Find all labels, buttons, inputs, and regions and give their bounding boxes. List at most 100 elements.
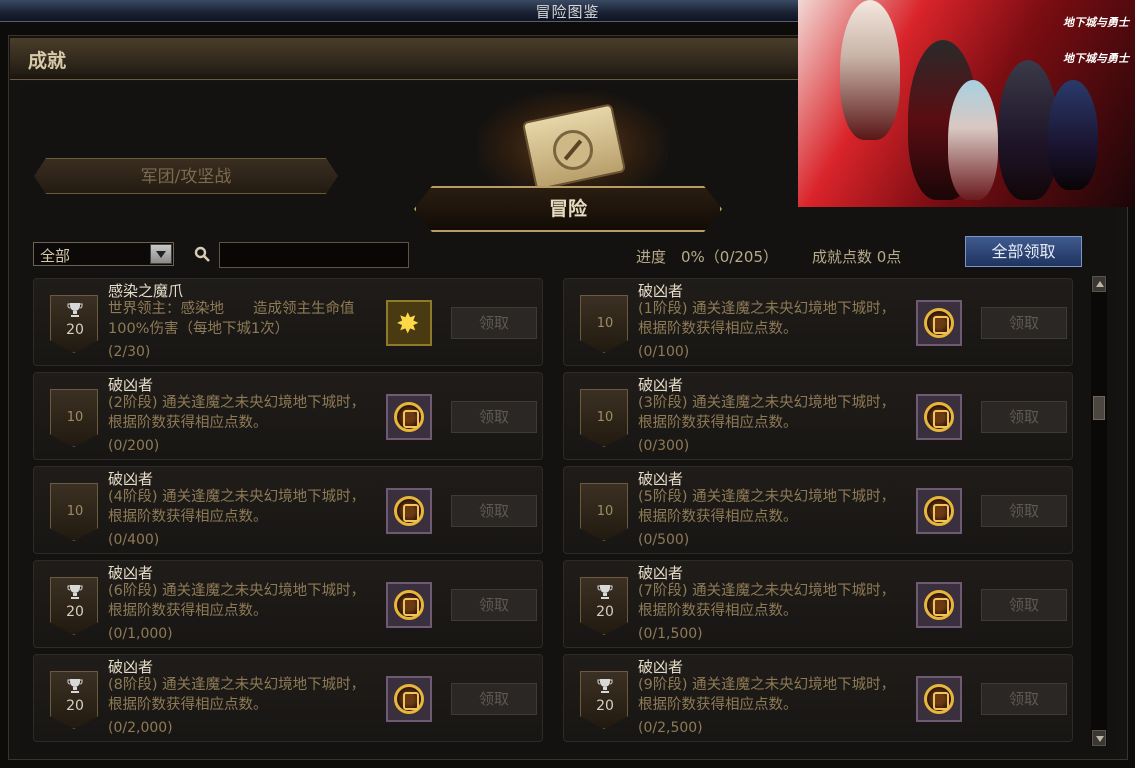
reward-emblem-icon[interactable] <box>916 582 962 628</box>
reward-emblem-icon[interactable] <box>916 488 962 534</box>
search-icon[interactable] <box>194 246 210 262</box>
trophy-icon <box>597 585 613 599</box>
achievement-progress-count: (0/300) <box>638 438 690 454</box>
emblem-icon <box>394 590 424 620</box>
claim-button[interactable]: 领取 <box>451 495 537 527</box>
achievement-card: 10 破凶者 (1阶段) 通关逢魔之未央幻境地下城时，根据阶数获得相应点数。 (0/1… <box>563 278 1073 366</box>
achievement-points-value: 20 <box>596 604 614 620</box>
filter-dropdown[interactable]: 全部 <box>33 242 174 266</box>
achievement-points-badge: 10 <box>580 295 628 353</box>
reward-emblem-icon[interactable] <box>386 582 432 628</box>
achievement-card: 20 破凶者 (6阶段) 通关逢魔之未央幻境地下城时，根据阶数获得相应点数。 (0/1… <box>33 560 543 648</box>
achievement-points-value: 10 <box>66 504 84 519</box>
achievement-card: 10 破凶者 (3阶段) 通关逢魔之未央幻境地下城时，根据阶数获得相应点数。 (0/3… <box>563 372 1073 460</box>
trophy-icon <box>67 585 83 599</box>
achievement-title: 感染之魔爪 <box>108 282 184 300</box>
star-icon: ✸ <box>396 307 420 340</box>
achievement-points-value: 10 <box>596 410 614 425</box>
emblem-icon <box>394 496 424 526</box>
claim-button[interactable]: 领取 <box>981 589 1067 621</box>
achievement-points-value: 10 <box>596 316 614 331</box>
reward-emblem-icon[interactable] <box>916 394 962 440</box>
search-input[interactable] <box>219 242 409 268</box>
trophy-icon <box>597 679 613 693</box>
achievement-title: 破凶者 <box>638 564 684 582</box>
achievement-list: 20 感染之魔爪 世界领主：感染地 造成领主生命值100%伤害（每地下城1次） (2/… <box>33 278 1078 748</box>
claim-all-button[interactable]: 全部领取 <box>965 236 1082 267</box>
claim-button[interactable]: 领取 <box>981 495 1067 527</box>
reward-emblem-icon[interactable] <box>916 300 962 346</box>
claim-button[interactable]: 领取 <box>451 589 537 621</box>
achievement-title: 破凶者 <box>108 564 154 582</box>
claim-button[interactable]: 领取 <box>451 683 537 715</box>
achievement-points-badge: 20 <box>50 577 98 635</box>
promo-character-5 <box>1048 80 1098 190</box>
emblem-icon <box>924 402 954 432</box>
reward-emblem-icon[interactable] <box>386 488 432 534</box>
achievement-progress-count: (0/1,500) <box>638 626 703 642</box>
achievement-description: (8阶段) 通关逢魔之未央幻境地下城时，根据阶数获得相应点数。 <box>108 677 366 713</box>
claim-button[interactable]: 领取 <box>981 401 1067 433</box>
achievement-description: (3阶段) 通关逢魔之未央幻境地下城时，根据阶数获得相应点数。 <box>638 395 896 431</box>
scroll-up-arrow[interactable] <box>1092 276 1106 292</box>
achievement-points-value: 10 <box>66 410 84 425</box>
achievement-points-value: 20 <box>596 698 614 714</box>
emblem-icon <box>924 684 954 714</box>
achievement-title: 破凶者 <box>638 376 684 394</box>
achievement-description: (2阶段) 通关逢魔之未央幻境地下城时，根据阶数获得相应点数。 <box>108 395 366 431</box>
list-scrollbar[interactable] <box>1091 276 1107 746</box>
achievement-points-badge: 10 <box>50 389 98 447</box>
claim-button[interactable]: 领取 <box>451 307 537 339</box>
achievement-progress-count: (2/30) <box>108 344 151 360</box>
achievement-card: 10 破凶者 (5阶段) 通关逢魔之未央幻境地下城时，根据阶数获得相应点数。 (0/5… <box>563 466 1073 554</box>
claim-button[interactable]: 领取 <box>451 401 537 433</box>
scroll-thumb[interactable] <box>1093 396 1105 420</box>
category-tab-adventure-label: 冒险 <box>548 198 587 220</box>
achievement-progress-count: (0/100) <box>638 344 690 360</box>
emblem-icon <box>394 684 424 714</box>
reward-emblem-icon[interactable] <box>386 676 432 722</box>
reward-emblem-icon[interactable] <box>386 394 432 440</box>
promo-logo-bottom: 地下城与勇士 <box>1063 52 1129 65</box>
achievement-progress-count: (0/400) <box>108 532 160 548</box>
reward-emblem-icon[interactable] <box>916 676 962 722</box>
emblem-icon <box>394 402 424 432</box>
reward-star-icon[interactable]: ✸ <box>386 300 432 346</box>
category-tab-adventure[interactable]: 冒险 <box>414 186 722 232</box>
trophy-icon <box>67 303 83 317</box>
achievement-title: 破凶者 <box>108 658 154 676</box>
scroll-down-arrow[interactable] <box>1092 730 1106 746</box>
achievement-card: 20 破凶者 (7阶段) 通关逢魔之未央幻境地下城时，根据阶数获得相应点数。 (0/1… <box>563 560 1073 648</box>
achievement-description: (9阶段) 通关逢魔之未央幻境地下城时，根据阶数获得相应点数。 <box>638 677 896 713</box>
achievement-progress-count: (0/2,500) <box>638 720 703 736</box>
achievement-card: 10 破凶者 (2阶段) 通关逢魔之未央幻境地下城时，根据阶数获得相应点数。 (0/2… <box>33 372 543 460</box>
achievement-points-badge: 20 <box>580 577 628 635</box>
achievement-card: 20 破凶者 (8阶段) 通关逢魔之未央幻境地下城时，根据阶数获得相应点数。 (0/2… <box>33 654 543 742</box>
achievement-points-badge: 10 <box>580 389 628 447</box>
achievement-title: 破凶者 <box>638 282 684 300</box>
claim-button[interactable]: 领取 <box>981 683 1067 715</box>
achievement-points-value: 20 <box>66 322 84 338</box>
achievement-points-badge: 10 <box>580 483 628 541</box>
promo-logo-top: 地下城与勇士 <box>1063 16 1129 29</box>
achievement-description: (4阶段) 通关逢魔之未央幻境地下城时，根据阶数获得相应点数。 <box>108 489 366 525</box>
achievement-description: (5阶段) 通关逢魔之未央幻境地下城时，根据阶数获得相应点数。 <box>638 489 896 525</box>
achievement-title: 破凶者 <box>638 658 684 676</box>
promo-character-3 <box>948 80 998 200</box>
achievement-title: 破凶者 <box>108 470 154 488</box>
achievement-title: 破凶者 <box>638 470 684 488</box>
achievement-progress-count: (0/500) <box>638 532 690 548</box>
achievement-description: (7阶段) 通关逢魔之未央幻境地下城时，根据阶数获得相应点数。 <box>638 583 896 619</box>
category-tab-raid[interactable]: 军团/攻坚战 <box>34 158 338 194</box>
claim-button[interactable]: 领取 <box>981 307 1067 339</box>
emblem-icon <box>924 308 954 338</box>
achievement-card: 10 破凶者 (4阶段) 通关逢魔之未央幻境地下城时，根据阶数获得相应点数。 (0/4… <box>33 466 543 554</box>
chevron-down-icon[interactable] <box>150 244 172 264</box>
achievement-card: 20 感染之魔爪 世界领主：感染地 造成领主生命值100%伤害（每地下城1次） (2/… <box>33 278 543 366</box>
achievement-points-value: 20 <box>66 698 84 714</box>
emblem-icon <box>924 496 954 526</box>
compass-icon <box>553 130 593 170</box>
achievement-points-badge: 20 <box>50 295 98 353</box>
achievement-points-value: 10 <box>596 504 614 519</box>
achievement-points-badge: 10 <box>50 483 98 541</box>
